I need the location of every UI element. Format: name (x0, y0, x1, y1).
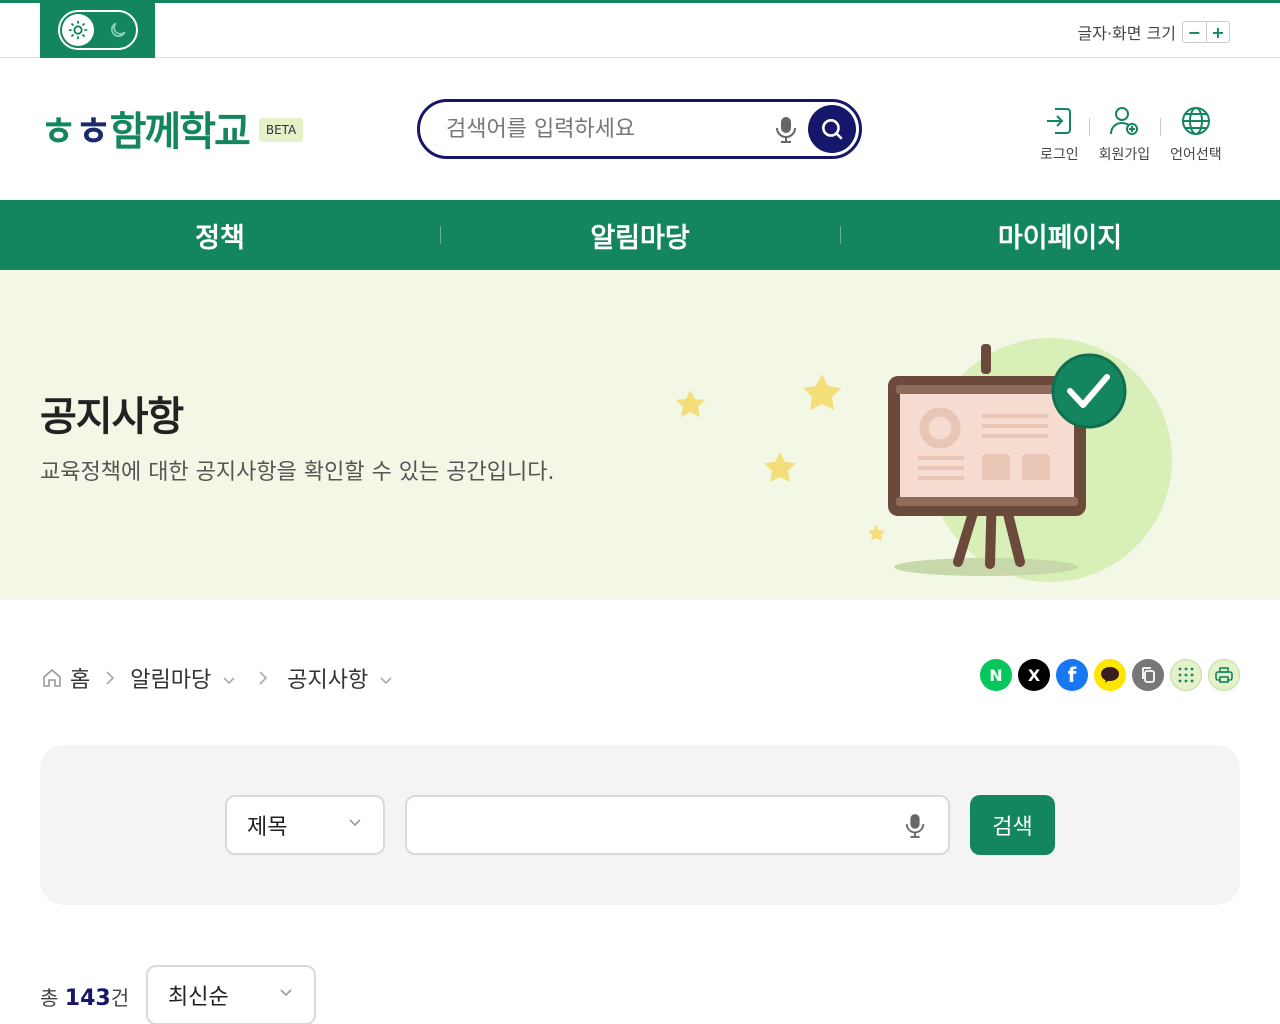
keyword-input[interactable] (423, 811, 883, 841)
chevron-down-icon[interactable] (223, 666, 235, 691)
global-search (417, 99, 862, 159)
site-logo[interactable]: ㅎㅎ함께학교 BETA (40, 99, 304, 157)
breadcrumb-level2[interactable]: 공지사항 (287, 662, 368, 694)
chevron-down-icon[interactable] (380, 666, 392, 691)
search-button[interactable]: 검색 (970, 795, 1055, 855)
logo-part-a: ㅎ (40, 109, 77, 155)
logo-part-c: 함께 (109, 109, 182, 155)
login-link[interactable]: 로그인 (1030, 104, 1089, 164)
search-icon (822, 119, 843, 140)
kakaotalk-icon[interactable] (1094, 659, 1126, 691)
keyword-search (405, 795, 950, 855)
global-search-button[interactable] (808, 105, 856, 153)
theme-toggle[interactable] (58, 10, 138, 50)
home-icon[interactable] (40, 666, 64, 690)
sort-select[interactable]: 최신순 (146, 965, 316, 1024)
page-title: 공지사항 (40, 394, 184, 440)
logo-part-b: ㅎ (74, 109, 112, 155)
sun-icon (62, 14, 94, 46)
microphone-icon[interactable] (904, 812, 926, 840)
breadcrumb: 홈 알림마당 공지사항 (40, 660, 408, 696)
search-field-value: 제목 (247, 815, 288, 840)
sort-value: 최신순 (168, 985, 229, 1010)
qr-icon[interactable] (1170, 659, 1202, 691)
logo-wordmark: ㅎㅎ함께학교 (40, 99, 251, 157)
user-add-icon (1110, 107, 1139, 135)
globe-icon (1181, 107, 1210, 135)
total-count-number: 143 (64, 986, 111, 1011)
print-icon[interactable] (1208, 659, 1240, 691)
font-decrease-button[interactable]: − (1183, 22, 1206, 42)
top-utility-nav: 로그인 회원가입 언어선택 (1030, 104, 1232, 164)
gnb-item-notice-board[interactable]: 알림마당 (440, 200, 840, 270)
global-search-input[interactable] (446, 114, 756, 144)
login-label: 로그인 (1040, 147, 1079, 163)
login-icon (1047, 108, 1072, 134)
gnb-item-policy[interactable]: 정책 (0, 200, 440, 270)
chevron-right-icon (90, 670, 130, 686)
chevron-down-icon (349, 819, 361, 827)
board-search-panel: 제목 검색 (40, 745, 1240, 905)
gnb-item-mypage[interactable]: 마이페이지 (840, 200, 1280, 270)
breadcrumb-home[interactable]: 홈 (70, 662, 90, 694)
breadcrumb-level1[interactable]: 알림마당 (130, 662, 211, 694)
chevron-down-icon (280, 989, 292, 997)
theme-switch-area (40, 3, 155, 58)
beta-badge: BETA (258, 118, 304, 142)
page-description: 교육정책에 대한 공지사항을 확인할 수 있는 공간입니다. (40, 460, 555, 485)
utility-bar: 글자·화면 크기 − + (0, 0, 1280, 58)
language-label: 언어선택 (1170, 147, 1222, 163)
language-link[interactable]: 언어선택 (1160, 104, 1232, 164)
search-field-select[interactable]: 제목 (225, 795, 385, 855)
page-banner: 공지사항 교육정책에 대한 공지사항을 확인할 수 있는 공간입니다. (0, 270, 1280, 600)
signup-label: 회원가입 (1098, 147, 1151, 163)
microphone-icon[interactable] (774, 116, 798, 144)
total-count: 총 143건 (40, 986, 130, 1011)
logo-part-d: 학교 (179, 109, 251, 155)
share-buttons: N X f (980, 659, 1240, 691)
x-twitter-icon[interactable]: X (1018, 659, 1050, 691)
copy-link-icon[interactable] (1132, 659, 1164, 691)
naver-icon[interactable]: N (980, 659, 1012, 691)
chevron-right-icon (251, 670, 275, 686)
facebook-icon[interactable]: f (1056, 659, 1088, 691)
presentation-board-illustration (676, 338, 1172, 582)
font-increase-button[interactable]: + (1206, 22, 1229, 42)
font-size-label: 글자·화면 크기 (1077, 24, 1177, 43)
moon-icon (111, 22, 126, 37)
font-size-buttons: − + (1182, 21, 1230, 43)
signup-link[interactable]: 회원가입 (1088, 104, 1161, 164)
font-size-control: 글자·화면 크기 − + (1077, 20, 1230, 44)
main-navigation: 정책 알림마당 마이페이지 (0, 200, 1280, 270)
